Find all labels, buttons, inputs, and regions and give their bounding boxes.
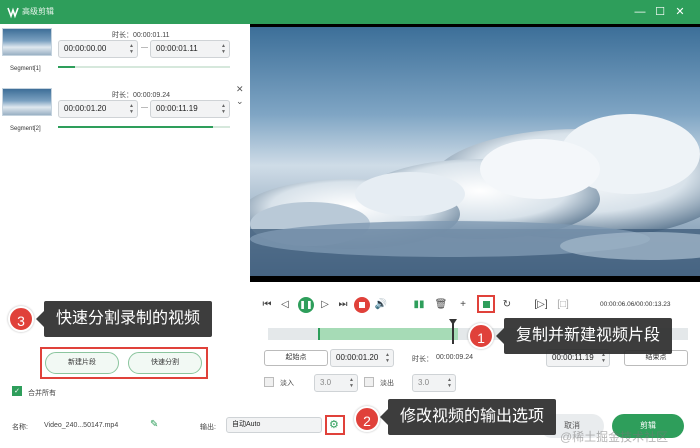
segment-item[interactable]: Segment[2] 时长：00:00:09.24 00:00:01.20 ▲ ▼… bbox=[0, 84, 250, 140]
timeline-playhead[interactable] bbox=[449, 319, 457, 344]
set-end-marker-icon[interactable]: [□] bbox=[556, 298, 570, 312]
segment-end-value: 00:00:01.11 bbox=[156, 44, 198, 53]
new-segment-button[interactable]: 新建片段 bbox=[45, 352, 119, 374]
split-icon[interactable]: ▮▮ bbox=[412, 298, 426, 312]
fade-out-value: 3.0 bbox=[418, 378, 430, 387]
merge-all-checkbox[interactable]: ✓ bbox=[12, 386, 22, 396]
duration-value: 00:00:09.24 bbox=[436, 354, 473, 361]
range-dash bbox=[141, 47, 148, 48]
edit-name-icon[interactable]: ✎ bbox=[150, 419, 158, 430]
spinner-icon[interactable]: ▲ ▼ bbox=[129, 43, 134, 55]
spinner-icon[interactable]: ▲ ▼ bbox=[221, 103, 226, 115]
close-window-button[interactable]: ✕ bbox=[672, 4, 688, 20]
segment-label: Segment[1] bbox=[10, 66, 41, 72]
copy-segment-icon bbox=[483, 301, 490, 308]
fade-in-value: 3.0 bbox=[320, 378, 332, 387]
copy-new-segment-button[interactable] bbox=[477, 295, 495, 313]
spinner-icon[interactable]: ▲ ▼ bbox=[221, 43, 226, 55]
segment-progress-fill bbox=[58, 66, 75, 68]
spinner-icon[interactable]: ▲ ▼ bbox=[447, 377, 452, 389]
set-start-button[interactable]: 起始点 bbox=[264, 350, 328, 366]
pause-button[interactable]: ❚❚ bbox=[298, 297, 314, 313]
watermark: @稀土掘金技术社区 bbox=[560, 430, 669, 444]
segment-start-input[interactable]: 00:00:00.00 ▲ ▼ bbox=[58, 40, 138, 58]
app-logo-icon bbox=[6, 5, 20, 19]
spinner-icon[interactable]: ▲ ▼ bbox=[349, 377, 354, 389]
output-format-value: 自动Auto bbox=[232, 421, 261, 428]
fade-out-checkbox[interactable] bbox=[364, 377, 374, 387]
close-icon[interactable]: ✕ bbox=[236, 84, 244, 95]
quick-split-label: 快速分割 bbox=[151, 359, 179, 366]
previous-frame-icon[interactable]: ◁ bbox=[278, 298, 292, 312]
fade-in-checkbox[interactable] bbox=[264, 377, 274, 387]
timeline-selection[interactable] bbox=[318, 328, 458, 340]
skip-to-start-icon[interactable]: ⏮ bbox=[260, 298, 274, 312]
file-name: Video_240...50147.mp4 bbox=[44, 422, 119, 429]
fade-in-label: 淡入 bbox=[280, 380, 294, 387]
volume-icon[interactable]: 🔊 bbox=[374, 298, 388, 312]
stop-button[interactable] bbox=[354, 297, 370, 313]
name-label: 名称: bbox=[12, 424, 28, 431]
skip-to-end-icon[interactable]: ⏭ bbox=[336, 298, 350, 312]
output-format-select[interactable]: 自动Auto bbox=[226, 417, 322, 433]
segment-progress bbox=[58, 66, 230, 68]
duration-label: 时长： bbox=[412, 356, 433, 363]
video-preview[interactable] bbox=[250, 24, 700, 282]
segment-progress-fill bbox=[58, 126, 213, 128]
segment-start-value: 00:00:00.00 bbox=[64, 44, 107, 53]
title-bar: 高级剪辑 — ☐ ✕ bbox=[0, 0, 700, 24]
video-frame-image bbox=[250, 24, 700, 282]
segment-thumbnail bbox=[2, 28, 52, 56]
annotation-badge: 2 bbox=[354, 406, 380, 432]
gear-icon: ⚙ bbox=[329, 419, 339, 431]
annotation-callout: 修改视频的输出选项 bbox=[379, 399, 557, 435]
delete-icon[interactable]: 🗑 bbox=[434, 298, 448, 312]
end-button-label: 结束点 bbox=[645, 354, 667, 361]
merge-all-label: 合并所有 bbox=[28, 390, 56, 397]
spinner-icon[interactable]: ▲ ▼ bbox=[129, 103, 134, 115]
set-start-marker-icon[interactable]: [▷] bbox=[534, 298, 548, 312]
end-time-value: 00:00:11.19 bbox=[552, 353, 594, 362]
segment-end-input[interactable]: 00:00:11.19 ▲ ▼ bbox=[150, 100, 230, 118]
chevron-down-icon[interactable]: ⌄ bbox=[236, 96, 244, 107]
annotation-badge: 1 bbox=[468, 323, 494, 349]
segment-item[interactable]: Segment[1] 时长：00:00:01.11 00:00:00.00 ▲ ▼… bbox=[0, 24, 250, 80]
quick-split-button[interactable]: 快速分割 bbox=[128, 352, 202, 374]
output-settings-button[interactable]: ⚙ bbox=[325, 415, 345, 435]
advanced-edit-window: 高级剪辑 — ☐ ✕ Segment[1] 时长：00:00:01.11 00:… bbox=[0, 0, 700, 448]
segment-start-value: 00:00:01.20 bbox=[64, 104, 107, 113]
annotation-callout: 快速分割录制的视频 bbox=[35, 301, 213, 337]
segment-label: Segment[2] bbox=[10, 126, 41, 132]
start-time-input[interactable]: 00:00:01.20 ▲ ▼ bbox=[330, 349, 394, 367]
output-label: 输出: bbox=[200, 424, 216, 431]
segment-duration: 时长：00:00:01.11 bbox=[112, 32, 170, 39]
window-title: 高级剪辑 bbox=[22, 7, 54, 16]
minimize-button[interactable]: — bbox=[632, 4, 648, 20]
maximize-button[interactable]: ☐ bbox=[652, 4, 668, 20]
reset-icon[interactable]: ↻ bbox=[500, 298, 514, 312]
annotation-badge: 3 bbox=[8, 306, 34, 332]
start-time-value: 00:00:01.20 bbox=[336, 353, 379, 362]
spinner-icon[interactable]: ▲ ▼ bbox=[385, 352, 390, 364]
new-segment-label: 新建片段 bbox=[68, 359, 96, 366]
segment-progress bbox=[58, 126, 230, 128]
fade-in-input[interactable]: 3.0 ▲ ▼ bbox=[314, 374, 358, 392]
segment-start-input[interactable]: 00:00:01.20 ▲ ▼ bbox=[58, 100, 138, 118]
segment-end-value: 00:00:11.19 bbox=[156, 104, 198, 113]
time-readout: 00:00:06.06/00:00:13.23 bbox=[600, 301, 671, 308]
segment-duration: 时长：00:00:09.24 bbox=[112, 92, 170, 99]
annotation-callout: 复制并新建视频片段 bbox=[495, 318, 673, 354]
fade-out-label: 淡出 bbox=[380, 380, 394, 387]
add-icon[interactable]: + bbox=[456, 298, 470, 312]
start-button-label: 起始点 bbox=[285, 354, 307, 361]
segment-thumbnail bbox=[2, 88, 52, 116]
next-frame-icon[interactable]: ▷ bbox=[318, 298, 332, 312]
segment-end-input[interactable]: 00:00:01.11 ▲ ▼ bbox=[150, 40, 230, 58]
fade-out-input[interactable]: 3.0 ▲ ▼ bbox=[412, 374, 456, 392]
range-dash bbox=[141, 107, 148, 108]
